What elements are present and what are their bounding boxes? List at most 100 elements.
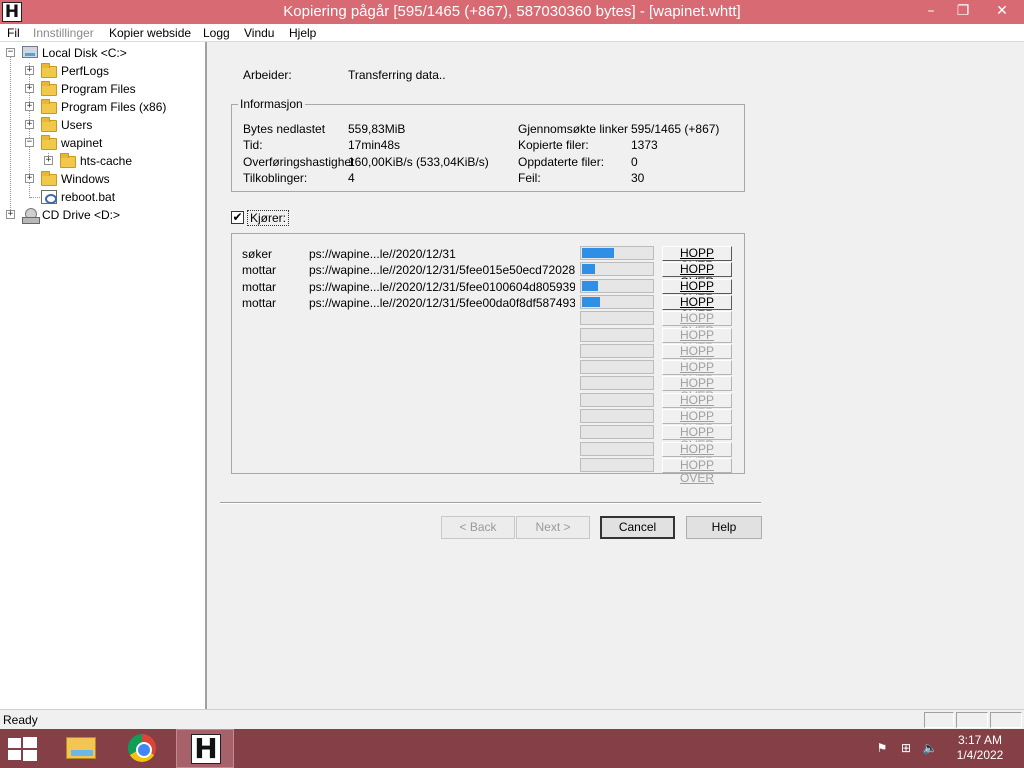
transfer-progress-bar <box>580 425 654 439</box>
expand-icon[interactable]: + <box>44 156 53 165</box>
running-checkbox[interactable]: ✔ <box>231 211 244 224</box>
skip-button[interactable]: HOPP OVER <box>662 246 732 273</box>
skip-button[interactable]: HOPP OVER <box>662 409 732 436</box>
expand-icon[interactable]: + <box>25 84 34 93</box>
transfer-progress-bar <box>580 458 654 472</box>
tree-item-label: Program Files <box>61 82 136 96</box>
tree-item-local-disk[interactable]: − Local Disk <C:> <box>0 44 205 62</box>
taskbar-httrack[interactable]: H <box>176 729 234 768</box>
help-button[interactable]: Help <box>686 516 762 539</box>
transfer-progress-bar <box>580 409 654 423</box>
title-bar[interactable]: H Kopiering pågår [595/1465 (+867), 5870… <box>0 0 1024 24</box>
info-group-title: Informasjon <box>238 97 305 111</box>
next-button[interactable]: Next > <box>516 516 590 539</box>
menu-fil[interactable]: Fil <box>7 24 20 42</box>
windows-start-icon[interactable] <box>8 737 38 761</box>
restore-button[interactable]: ❐ <box>946 0 980 22</box>
transfer-progress-bar <box>580 393 654 407</box>
transfer-url: ps://wapine...le//2020/12/31/5fee00da0f8… <box>309 296 575 310</box>
tree-item-program-files[interactable]: + Program Files <box>0 80 205 98</box>
tree-item-program-files-x86[interactable]: + Program Files (x86) <box>0 98 205 116</box>
menu-logg[interactable]: Logg <box>203 24 230 42</box>
taskbar: H ⚑ ⊞ 🔈 3:17 AM 1/4/2022 <box>0 729 1024 768</box>
status-panel <box>956 712 988 728</box>
menu-vindu[interactable]: Vindu <box>244 24 274 42</box>
folder-icon <box>41 81 57 96</box>
skip-button[interactable]: HOPP OVER <box>662 328 732 355</box>
collapse-icon[interactable]: − <box>25 138 34 147</box>
worker-value: Transferring data.. <box>348 68 446 82</box>
progress-fill <box>582 264 595 274</box>
transfer-progress-bar <box>580 279 654 293</box>
menu-hjelp[interactable]: Hjelp <box>289 24 316 42</box>
skip-button[interactable]: HOPP OVER <box>662 295 732 322</box>
menu-innstillinger[interactable]: Innstillinger <box>33 24 94 42</box>
skip-button[interactable]: HOPP OVER <box>662 311 732 338</box>
tree-item-label: PerfLogs <box>61 64 110 78</box>
skip-button[interactable]: HOPP OVER <box>662 458 732 485</box>
cancel-button[interactable]: Cancel <box>600 516 675 539</box>
taskbar-chrome[interactable] <box>114 729 172 768</box>
system-clock[interactable]: 3:17 AM 1/4/2022 <box>948 733 1012 763</box>
status-text: Ready <box>3 713 38 727</box>
skip-button[interactable]: HOPP OVER <box>662 279 732 306</box>
running-label[interactable]: Kjører: <box>247 210 289 226</box>
worker-label: Arbeider: <box>243 68 292 82</box>
skip-button[interactable]: HOPP OVER <box>662 442 732 469</box>
skip-button[interactable]: HOPP OVER <box>662 376 732 403</box>
time-value: 17min48s <box>348 138 401 152</box>
tree-item-label: Windows <box>61 172 110 186</box>
expand-icon[interactable]: + <box>25 120 34 129</box>
progress-fill <box>582 281 598 291</box>
close-button[interactable]: ✕ <box>982 0 1022 22</box>
collapse-icon[interactable]: − <box>6 48 15 57</box>
tree-item-hts-cache[interactable]: + hts-cache <box>0 152 205 170</box>
tree-item-cd-drive[interactable]: + CD Drive <D:> <box>0 206 205 224</box>
transfer-progress-bar <box>580 246 654 260</box>
expand-icon[interactable]: + <box>25 66 34 75</box>
transfer-progress-bar <box>580 360 654 374</box>
bytes-downloaded-label: Bytes nedlastet <box>243 122 326 136</box>
folder-tree[interactable]: − Local Disk <C:> + PerfLogs + Program F… <box>0 42 207 709</box>
tree-item-reboot-bat[interactable]: reboot.bat <box>0 188 205 206</box>
taskbar-file-explorer[interactable] <box>52 729 110 768</box>
expand-icon[interactable]: + <box>6 210 15 219</box>
tree-item-perflogs[interactable]: + PerfLogs <box>0 62 205 80</box>
action-center-flag-icon[interactable]: ⚑ <box>874 741 890 755</box>
tree-item-users[interactable]: + Users <box>0 116 205 134</box>
skip-button[interactable]: HOPP OVER <box>662 393 732 420</box>
skip-button[interactable]: HOPP OVER <box>662 360 732 387</box>
folder-icon <box>60 153 76 168</box>
skip-button[interactable]: HOPP OVER <box>662 344 732 371</box>
httrack-icon: H <box>191 734 221 764</box>
menu-kopier-webside[interactable]: Kopier webside <box>109 24 191 42</box>
folder-open-icon <box>41 135 57 150</box>
back-button[interactable]: < Back <box>441 516 515 539</box>
expand-icon[interactable]: + <box>25 102 34 111</box>
file-explorer-icon <box>66 737 96 759</box>
expand-icon[interactable]: + <box>25 174 34 183</box>
transfer-progress-bar <box>580 262 654 276</box>
tree-item-wapinet[interactable]: − wapinet <box>0 134 205 152</box>
skip-button[interactable]: HOPP OVER <box>662 425 732 452</box>
network-icon[interactable]: ⊞ <box>898 741 914 755</box>
tree-item-windows[interactable]: + Windows <box>0 170 205 188</box>
separator <box>220 502 761 504</box>
main-panel: Arbeider: Transferring data.. Informasjo… <box>209 42 1024 709</box>
folder-icon <box>41 63 57 78</box>
progress-fill <box>582 297 600 307</box>
time-label: Tid: <box>243 138 263 152</box>
files-updated-value: 0 <box>631 155 638 169</box>
menu-bar: Fil Innstillinger Kopier webside Logg Vi… <box>0 24 1024 42</box>
progress-fill <box>582 248 614 258</box>
transfer-rate-value: 160,00KiB/s (533,04KiB/s) <box>348 155 489 169</box>
transfer-progress-bar <box>580 295 654 309</box>
volume-muted-icon[interactable]: 🔈 <box>922 741 938 755</box>
skip-button[interactable]: HOPP OVER <box>662 262 732 289</box>
files-copied-value: 1373 <box>631 138 658 152</box>
transfer-status: mottar <box>242 280 277 294</box>
tree-item-label: Users <box>61 118 93 132</box>
cd-drive-icon <box>22 208 40 224</box>
minimize-button[interactable]: – <box>914 0 948 22</box>
tree-item-label: Local Disk <C:> <box>42 46 127 60</box>
